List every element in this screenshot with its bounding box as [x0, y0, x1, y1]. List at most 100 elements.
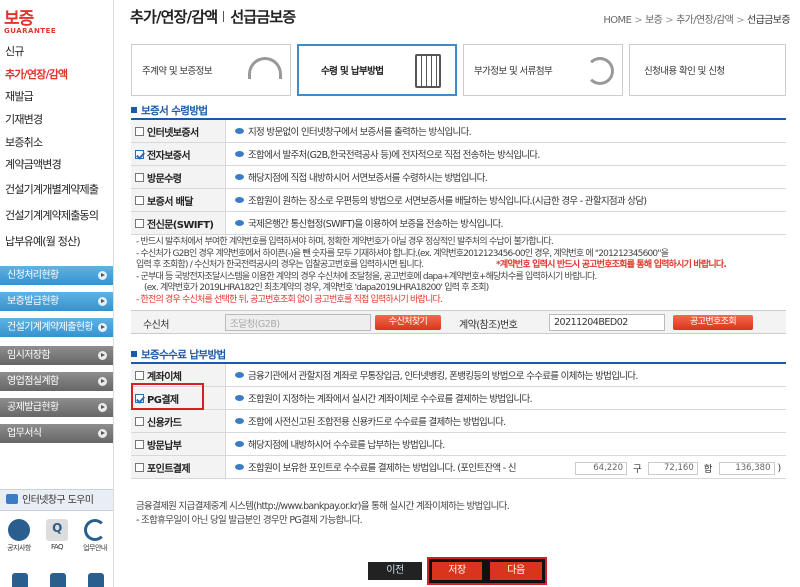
- note-line-red: - 한전의 경우 수신처를 선택한 뒤, 공고번호조회 없이 공고번호를 직접 …: [136, 294, 443, 305]
- option-desc-text: 해당지점에 내방하시어 수수료를 납부하는 방법입니다.: [248, 440, 445, 451]
- note-line: - 수신처가 G2B인 경우 계약번호에서 하이픈(-)을 뺀 숫자를 모두 기…: [136, 248, 669, 259]
- receipt-option-label[interactable]: 전자보증서: [131, 143, 226, 165]
- supplier-label: 수신처: [143, 320, 169, 331]
- contract-number-input[interactable]: [549, 314, 665, 331]
- sidebar-item-cancel[interactable]: 보증취소: [5, 132, 111, 155]
- point-label: 합: [703, 464, 713, 475]
- step-3: 부가정보 및 서류첨부: [463, 44, 623, 96]
- arrow-right-icon: [98, 323, 107, 332]
- sidebar-item-new[interactable]: 신규: [5, 41, 111, 64]
- receipt-option-visit: 방문수령 해당지점에 직접 내방하시어 서면보증서를 수령하시는 방법입니다.: [131, 166, 786, 189]
- breadcrumb-add-extend[interactable]: 추가/연장/감액: [676, 15, 734, 26]
- checkbox-point-payment[interactable]: [135, 462, 144, 472]
- title-separator: [223, 11, 225, 22]
- sidebar-item-contract-amount-change[interactable]: 계약금액변경: [5, 154, 111, 177]
- step-label: 부가정보 및 서류첨부: [474, 66, 553, 77]
- pg-highlight-box: [131, 383, 204, 410]
- speech-bubble-icon: [235, 220, 244, 226]
- sidebar-item-add-extend-reduce[interactable]: 추가/연장/감액: [5, 64, 111, 87]
- arrow-right-icon: [98, 297, 107, 306]
- sidebar-item-machinery-contract-submit[interactable]: 건설기계개별계약제출: [5, 177, 111, 203]
- arrow-right-icon: [98, 429, 107, 438]
- help-icon[interactable]: [88, 573, 104, 587]
- help-icon[interactable]: [50, 573, 66, 587]
- breadcrumb-home[interactable]: HOME: [603, 15, 632, 26]
- sidebar: 보증 GUARANTEE 신규 추가/연장/감액 재발급 기재변경 보증취소 계…: [0, 0, 114, 587]
- checkbox-swift[interactable]: [135, 218, 144, 228]
- page-title-main: 추가/연장/감액: [130, 8, 218, 26]
- payment-options: 계좌이체 금융기관에서 관할지점 계좌로 무통장입금, 인터넷뱅킹, 폰뱅킹등의…: [131, 362, 786, 479]
- speech-bubble-icon: [235, 128, 244, 134]
- speech-bubble-icon: [235, 372, 244, 378]
- notice-number-search-button[interactable]: 공고번호조회: [673, 315, 753, 330]
- side-button-label: 신청처리현황: [7, 270, 59, 281]
- faq-link[interactable]: FAQ: [40, 519, 74, 551]
- checkbox-visit-pickup[interactable]: [135, 172, 144, 182]
- next-button[interactable]: 다음: [490, 562, 542, 580]
- sidebar-item-reissue[interactable]: 재발급: [5, 86, 111, 109]
- option-description: 지정 방문없이 인터넷창구에서 보증서를 출력하는 방식입니다.: [235, 120, 472, 142]
- checkbox-visit-payment[interactable]: [135, 439, 144, 449]
- notice-icon: [8, 519, 30, 541]
- checkbox-delivery[interactable]: [135, 195, 144, 205]
- checkbox-electronic-guarantee[interactable]: [135, 149, 144, 159]
- option-label-text: 전자보증서: [147, 150, 191, 162]
- logo[interactable]: 보증 GUARANTEE: [4, 4, 56, 35]
- option-desc-text: 조합에서 발주처(G2B,한국전력공사 등)에 전자적으로 직접 전송하는 방식…: [248, 150, 540, 161]
- point-old: 72,160: [647, 461, 698, 475]
- checkbox-internet-guarantee[interactable]: [135, 126, 144, 136]
- payment-option-label[interactable]: 포인트결제: [131, 456, 226, 478]
- side-button-issue-status[interactable]: 보증발급현황: [0, 292, 113, 311]
- payment-option-label[interactable]: 신용카드: [131, 410, 226, 432]
- side-button-label: 건설기계계약제출현황: [7, 322, 94, 333]
- side-button-branch-box[interactable]: 영업점실계함: [0, 372, 113, 391]
- save-button[interactable]: 저장: [432, 562, 482, 580]
- point-label: ): [777, 462, 782, 474]
- breadcrumb-guarantee[interactable]: 보증: [645, 15, 663, 26]
- main-content: 추가/연장/감액 선급금보증 HOME > 보증 > 추가/연장/감액 > 선급금보증 주계약…: [118, 0, 800, 587]
- payment-option-points: 포인트결제 조합원이 보유한 포인트로 수수료를 결제하는 방법입니다. (포인…: [131, 456, 786, 479]
- receipt-option-label[interactable]: 전신문(SWIFT): [131, 212, 226, 234]
- supplier-row: 수신처 수신처찾기 계약(참조)번호 공고번호조회: [131, 310, 786, 334]
- receipt-option-delivery: 보증서 배달 조합원이 원하는 장소로 우편등의 방법으로 서면보증서를 배달하…: [131, 189, 786, 212]
- receipt-option-label[interactable]: 방문수령: [131, 166, 226, 188]
- option-label-text: 전신문(SWIFT): [147, 219, 214, 231]
- option-description: 조합원이 보유한 포인트로 수수료를 결제하는 방법입니다. (포인트잔액 - …: [235, 456, 517, 478]
- side-button-label: 임시저장함: [7, 350, 51, 361]
- prev-button[interactable]: 이전: [368, 562, 422, 580]
- side-button-temp-storage[interactable]: 임시저장함: [0, 346, 113, 365]
- supplier-search-button[interactable]: 수신처찾기: [375, 315, 441, 330]
- help-title: 인터넷창구 도우미: [22, 495, 94, 506]
- side-button-machinery-status[interactable]: 건설기계계약제출현황: [0, 318, 113, 337]
- arrow-right-icon: [98, 351, 107, 360]
- side-button-request-status[interactable]: 신청처리현황: [0, 266, 113, 285]
- sidebar-item-machinery-contract-consent[interactable]: 건설기계계약제출동의: [5, 203, 111, 229]
- side-button-label: 업무서식: [7, 428, 42, 439]
- receipt-option-label[interactable]: 인터넷보증서: [131, 120, 226, 142]
- chat-icon: [6, 494, 18, 504]
- faq-icon: [46, 519, 68, 541]
- sidebar-item-entry-change[interactable]: 기재변경: [5, 109, 111, 132]
- note-text: 입력 후 조회함) / 수신처가 한국전력공사의 경우는 입찰공고번호를 입력하…: [136, 260, 424, 270]
- sidebar-item-payment-deferral[interactable]: 납부유예(월 정산): [5, 229, 111, 255]
- help-icon[interactable]: [12, 573, 28, 587]
- step-4: 신청내용 확인 및 신청: [629, 44, 786, 96]
- note-warning: *계약번호 입력시 반드시 공고번호조회를 통해 입력하시기 바랍니다.: [496, 260, 727, 270]
- payment-option-label[interactable]: 방문납부: [131, 433, 226, 455]
- bullet-square-icon: [131, 351, 137, 357]
- supplier-input: [225, 314, 371, 331]
- receipt-option-label[interactable]: 보증서 배달: [131, 189, 226, 211]
- checkbox-credit-card[interactable]: [135, 416, 144, 426]
- notice-link[interactable]: 공지사항: [2, 519, 36, 553]
- option-desc-text: 지정 방문없이 인터넷창구에서 보증서를 출력하는 방식입니다.: [248, 127, 472, 138]
- speech-bubble-icon: [235, 464, 244, 470]
- side-button-forms[interactable]: 업무서식: [0, 424, 113, 443]
- footnote-line: 금융결제원 지급결제중계 시스템(http://www.bankpay.or.k…: [136, 501, 510, 512]
- refresh-arrow-icon: [586, 57, 614, 85]
- side-button-deduction-status[interactable]: 공제발급현황: [0, 398, 113, 417]
- payment-option-pg: PG결제 조합원이 지정하는 계좌에서 실시간 계좌이체로 수수료를 결제하는 …: [131, 387, 786, 410]
- checkbox-account-transfer[interactable]: [135, 370, 144, 380]
- breadcrumb-current: 선급금보증: [746, 15, 791, 26]
- option-description: 금융기관에서 관할지점 계좌로 무통장입금, 인터넷뱅킹, 폰뱅킹등의 방법으로…: [235, 364, 638, 386]
- guide-link[interactable]: 업무안내: [78, 519, 112, 553]
